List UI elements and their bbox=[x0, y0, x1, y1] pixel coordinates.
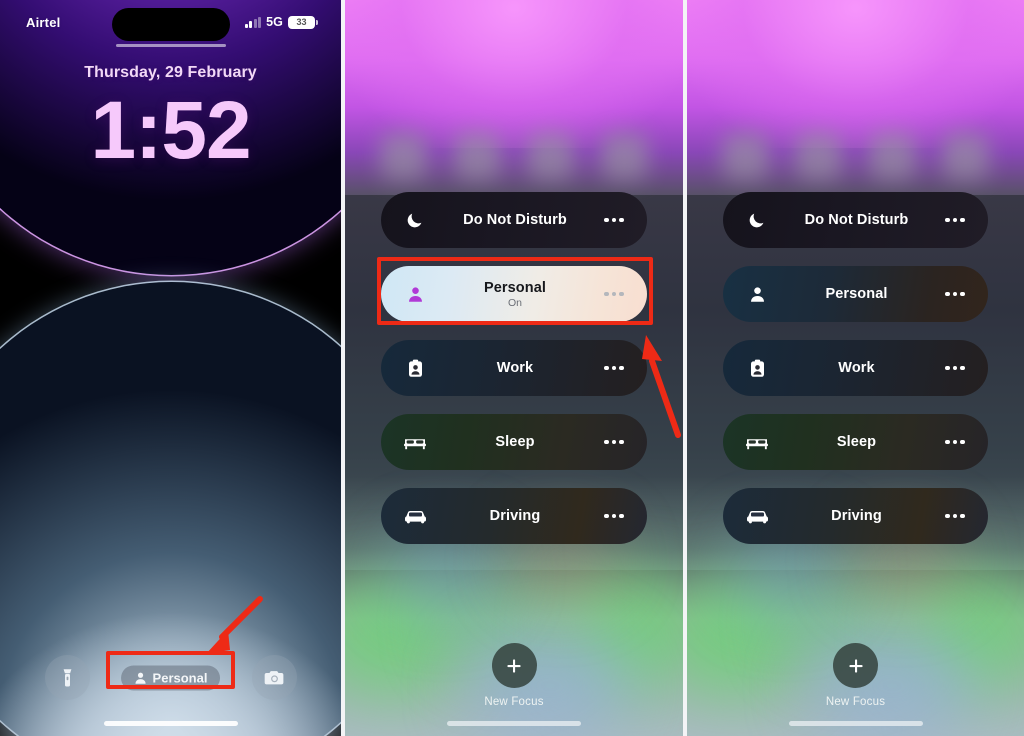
focus-row-label: Do Not Disturb bbox=[804, 212, 909, 228]
id-card-icon bbox=[401, 359, 429, 378]
screenshot-stage: Airtel 5G 33 Thursday, 29 February 1:52 bbox=[0, 0, 1024, 736]
ellipsis-icon[interactable] bbox=[601, 513, 627, 519]
new-focus-button[interactable] bbox=[491, 643, 537, 688]
focus-row-text: Do Not Disturb bbox=[429, 212, 601, 228]
ellipsis-icon[interactable] bbox=[942, 439, 968, 445]
home-indicator bbox=[103, 721, 238, 726]
focus-row-work[interactable]: Work bbox=[723, 340, 988, 396]
ellipsis-icon[interactable] bbox=[942, 365, 968, 371]
ellipsis-icon[interactable] bbox=[942, 291, 968, 297]
new-focus-button[interactable] bbox=[833, 643, 878, 688]
focus-row-label: Sleep bbox=[836, 434, 877, 450]
dynamic-island-underline bbox=[115, 44, 226, 47]
lock-screen-clock: Thursday, 29 February 1:52 bbox=[0, 64, 341, 178]
ellipsis-icon[interactable] bbox=[942, 513, 968, 519]
focus-row-text: Personal bbox=[771, 286, 942, 302]
network-type-label: 5G bbox=[266, 15, 283, 29]
focus-row-label: Work bbox=[496, 360, 534, 376]
lock-screen-bottom-controls: Personal bbox=[0, 655, 341, 700]
focus-row-do-not-disturb[interactable]: Do Not Disturb bbox=[723, 192, 988, 248]
plus-icon bbox=[507, 658, 521, 673]
focus-row-text: Driving bbox=[429, 508, 601, 524]
carrier-label: Airtel bbox=[26, 14, 61, 30]
focus-row-text: Personal On bbox=[429, 280, 601, 309]
new-focus-label: New Focus bbox=[825, 696, 886, 708]
ellipsis-icon[interactable] bbox=[601, 439, 627, 445]
focus-mode-list: Do Not Disturb Personal Work Sleep Drivi… bbox=[687, 192, 1024, 544]
camera-button[interactable] bbox=[251, 655, 297, 700]
person-icon bbox=[135, 672, 146, 684]
focus-row-work[interactable]: Work bbox=[381, 340, 647, 396]
focus-row-text: Work bbox=[429, 360, 601, 376]
focus-mode-list: Do Not Disturb Personal On Work Sleep Dr… bbox=[345, 192, 683, 544]
flashlight-icon bbox=[63, 668, 71, 686]
new-focus-control[interactable]: New Focus bbox=[687, 643, 1024, 708]
ellipsis-icon[interactable] bbox=[942, 217, 968, 223]
focus-row-text: Sleep bbox=[429, 434, 601, 450]
focus-row-label: Do Not Disturb bbox=[463, 212, 567, 228]
plus-icon bbox=[848, 658, 863, 673]
camera-icon bbox=[264, 670, 283, 684]
cellular-bars-icon bbox=[244, 16, 262, 28]
car-icon bbox=[743, 509, 771, 524]
flashlight-button[interactable] bbox=[44, 655, 90, 700]
person-icon bbox=[401, 286, 429, 303]
ellipsis-icon[interactable] bbox=[601, 365, 627, 371]
focus-pill-container: Personal bbox=[108, 663, 234, 693]
focus-row-label: Driving bbox=[831, 508, 882, 524]
battery-icon: 33 bbox=[288, 15, 318, 29]
status-bar-right: 5G 33 bbox=[244, 15, 318, 29]
person-icon bbox=[743, 286, 771, 303]
focus-status-pill[interactable]: Personal bbox=[120, 665, 221, 690]
focus-row-sleep[interactable]: Sleep bbox=[723, 414, 988, 470]
focus-row-do-not-disturb[interactable]: Do Not Disturb bbox=[381, 192, 647, 248]
focus-row-sleep[interactable]: Sleep bbox=[381, 414, 647, 470]
home-indicator bbox=[788, 721, 923, 726]
lock-time-label: 1:52 bbox=[90, 85, 251, 176]
focus-row-label: Driving bbox=[489, 508, 541, 524]
focus-pill-label: Personal bbox=[152, 670, 208, 685]
battery-percent-label: 33 bbox=[296, 17, 307, 27]
focus-row-text: Work bbox=[771, 360, 942, 376]
focus-row-personal[interactable]: Personal On bbox=[381, 266, 647, 322]
moon-icon bbox=[401, 211, 429, 229]
new-focus-label: New Focus bbox=[484, 696, 544, 708]
blurred-app-icons bbox=[687, 118, 1024, 194]
focus-row-label: Personal bbox=[483, 279, 547, 296]
ellipsis-icon[interactable] bbox=[601, 291, 627, 297]
lock-date-label: Thursday, 29 February bbox=[84, 64, 257, 81]
focus-row-driving[interactable]: Driving bbox=[723, 488, 988, 544]
focus-row-driving[interactable]: Driving bbox=[381, 488, 647, 544]
wallpaper-bottom-haze bbox=[0, 566, 341, 736]
bed-icon bbox=[743, 435, 771, 450]
focus-row-text: Do Not Disturb bbox=[771, 212, 942, 228]
focus-row-label: Work bbox=[838, 360, 875, 376]
dynamic-island bbox=[111, 8, 230, 41]
car-icon bbox=[401, 509, 429, 524]
home-indicator bbox=[447, 721, 581, 726]
ellipsis-icon[interactable] bbox=[601, 217, 627, 223]
focus-row-text: Sleep bbox=[771, 434, 942, 450]
id-card-icon bbox=[743, 359, 771, 378]
bed-icon bbox=[401, 435, 429, 450]
focus-panel-all-off: Do Not Disturb Personal Work Sleep Drivi… bbox=[687, 0, 1024, 736]
focus-panel-personal-on: Do Not Disturb Personal On Work Sleep Dr… bbox=[345, 0, 683, 736]
blurred-app-icons bbox=[345, 118, 683, 194]
new-focus-control[interactable]: New Focus bbox=[345, 643, 683, 708]
focus-row-status: On bbox=[507, 296, 522, 309]
focus-row-text: Driving bbox=[771, 508, 942, 524]
moon-icon bbox=[743, 211, 771, 229]
focus-row-label: Sleep bbox=[495, 434, 535, 450]
focus-row-personal[interactable]: Personal bbox=[723, 266, 988, 322]
focus-row-label: Personal bbox=[825, 286, 888, 302]
lock-screen-panel: Airtel 5G 33 Thursday, 29 February 1:52 bbox=[0, 0, 341, 736]
